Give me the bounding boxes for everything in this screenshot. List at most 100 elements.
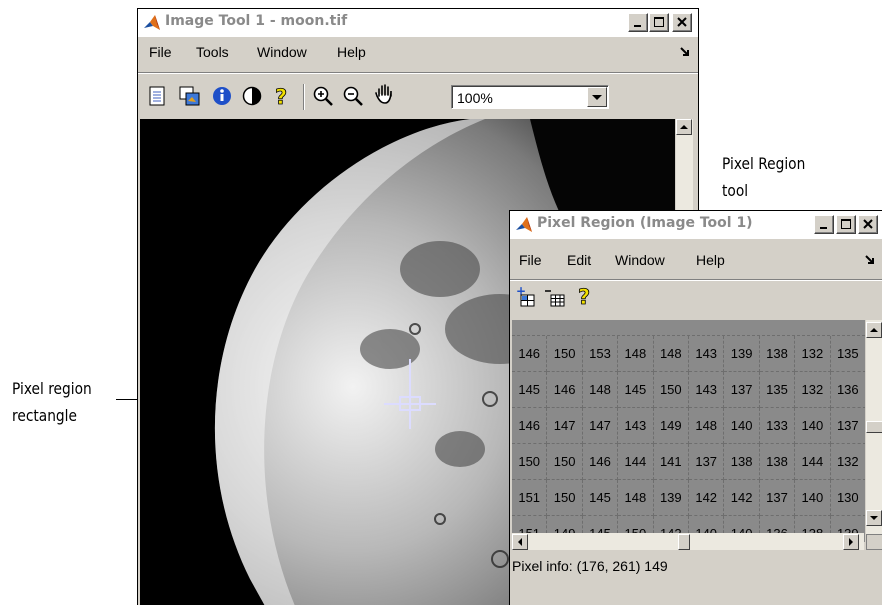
pixel-value-cell: 139 (653, 480, 689, 516)
pixel-value-cell: 148 (653, 336, 689, 372)
info-icon[interactable] (210, 84, 234, 108)
menu-edit[interactable]: Edit (567, 252, 591, 268)
menu-help[interactable]: Help (696, 252, 725, 268)
pixel-value-cell: 148 (582, 372, 619, 408)
vertical-scrollbar[interactable] (866, 320, 882, 542)
pixel-value-cell: 132 (795, 372, 831, 408)
svg-text:?: ? (275, 85, 287, 108)
scroll-up-button[interactable] (676, 119, 692, 135)
pixel-value-grid[interactable]: 146 150 153 148 148 143 139 138 132 135 145 146 148 1… (512, 320, 865, 542)
menu-window[interactable]: Window (615, 252, 665, 268)
horizontal-scrollbar[interactable] (512, 533, 864, 550)
menu-bar: File Tools Window Help (138, 38, 698, 65)
pixel-value-cell: 150 (547, 336, 583, 372)
pixel-value-cell: 144 (618, 444, 654, 480)
dock-arrow-icon[interactable] (864, 253, 876, 269)
pixel-value-cell: 132 (830, 444, 865, 480)
pixel-value-cell: 146 (512, 336, 548, 372)
pixel-value-cell: 138 (759, 336, 796, 372)
pixel-value-cell: 151 (512, 480, 548, 516)
zoom-in-icon[interactable] (311, 84, 335, 108)
pixel-value-cell: 143 (689, 336, 725, 372)
pixel-region-tool-annotation: Pixel Region tool (722, 150, 805, 204)
pixel-value-cell: 137 (759, 480, 796, 516)
pixel-value-cell: 148 (689, 408, 725, 444)
zoom-out-icon[interactable] (341, 84, 365, 108)
pan-hand-icon[interactable] (373, 82, 397, 106)
zoom-value: 100% (457, 90, 493, 106)
pixel-value-cell: 135 (759, 372, 796, 408)
pixel-grid-row: 151 150 145 148 139 142 142 137 140 130 (512, 480, 865, 516)
matlab-logo-icon (515, 216, 533, 234)
toolbar-separator (303, 84, 304, 110)
pixel-value-cell: 130 (830, 480, 865, 516)
title-bar[interactable]: Pixel Region (Image Tool 1) (510, 211, 882, 239)
superimpose-grid-icon[interactable]: + (515, 286, 539, 310)
close-button[interactable] (672, 13, 692, 32)
pixel-value-cell: 150 (547, 480, 583, 516)
new-document-icon[interactable] (145, 84, 169, 108)
pixel-grid-row: 145 146 148 145 150 143 137 135 132 136 (512, 372, 865, 408)
copy-image-icon[interactable] (178, 84, 202, 108)
pixel-value-cell: 145 (582, 480, 619, 516)
pixel-value-cell: 146 (547, 372, 583, 408)
scroll-left-button[interactable] (512, 534, 528, 550)
pixel-value-cell: 145 (512, 372, 548, 408)
pixel-value-cell: 148 (618, 336, 654, 372)
pixel-value-cell: 141 (653, 444, 689, 480)
pixel-value-cell: 143 (689, 372, 725, 408)
scroll-corner (866, 534, 882, 550)
pixel-grid-row: 146 150 153 148 148 143 139 138 132 135 (512, 336, 865, 372)
scroll-right-button[interactable] (843, 534, 859, 550)
close-button[interactable] (858, 215, 878, 234)
annotation-line: Pixel region (12, 379, 92, 398)
help-icon[interactable]: ? (270, 84, 294, 108)
scroll-down-button[interactable] (866, 510, 882, 526)
menu-tools[interactable]: Tools (196, 44, 229, 60)
dock-arrow-icon[interactable] (679, 45, 691, 61)
minimize-button[interactable] (628, 13, 648, 32)
pixel-value-cell: 137 (689, 444, 725, 480)
grid-top-line (512, 320, 865, 336)
scrollbar-thumb[interactable] (866, 421, 882, 433)
menu-bar: File Edit Window Help (510, 246, 882, 273)
pixel-value-cell: 147 (547, 408, 583, 444)
pixel-value-cell: 153 (582, 336, 619, 372)
grid-icon[interactable] (544, 286, 568, 310)
menu-window[interactable]: Window (257, 44, 307, 60)
pixel-value-cell: 132 (795, 336, 831, 372)
maximize-button[interactable] (836, 215, 856, 234)
scroll-up-button[interactable] (866, 322, 882, 338)
toolbar: + ? (510, 280, 882, 319)
menu-help[interactable]: Help (337, 44, 366, 60)
pixel-value-cell: 136 (830, 372, 865, 408)
annotation-line: rectangle (12, 406, 77, 425)
pixel-value-cell: 142 (724, 480, 760, 516)
scrollbar-thumb[interactable] (678, 534, 690, 550)
chevron-down-icon[interactable] (587, 87, 607, 107)
pixel-grid-row: 150 150 146 144 141 137 138 138 144 132 (512, 444, 865, 480)
toolbar: ? (138, 73, 698, 118)
pixel-value-cell: 135 (830, 336, 865, 372)
pixel-value-cell: 140 (795, 408, 831, 444)
annotation-line: tool (722, 181, 749, 200)
zoom-level-combobox[interactable]: 100% (451, 85, 609, 109)
pixel-value-cell: 146 (512, 408, 548, 444)
title-bar[interactable]: Image Tool 1 - moon.tif (138, 9, 698, 37)
contrast-icon[interactable] (240, 84, 264, 108)
help-icon[interactable]: ? (573, 284, 597, 308)
maximize-button[interactable] (649, 13, 669, 32)
pixel-value-cell: 142 (689, 480, 725, 516)
menu-file[interactable]: File (149, 44, 172, 60)
pixel-region-window[interactable]: Pixel Region (Image Tool 1) File Edit Wi… (509, 210, 882, 605)
pixel-value-cell: 140 (724, 408, 760, 444)
window-title: Image Tool 1 - moon.tif (165, 13, 348, 29)
matlab-logo-icon (143, 14, 161, 32)
pixel-region-rectangle-annotation: Pixel region rectangle (12, 375, 92, 429)
minimize-button[interactable] (814, 215, 834, 234)
pixel-value-cell: 133 (759, 408, 796, 444)
pixel-value-cell: 147 (582, 408, 619, 444)
pixel-value-cell: 149 (653, 408, 689, 444)
pixel-value-cell: 148 (618, 480, 654, 516)
menu-file[interactable]: File (519, 252, 542, 268)
